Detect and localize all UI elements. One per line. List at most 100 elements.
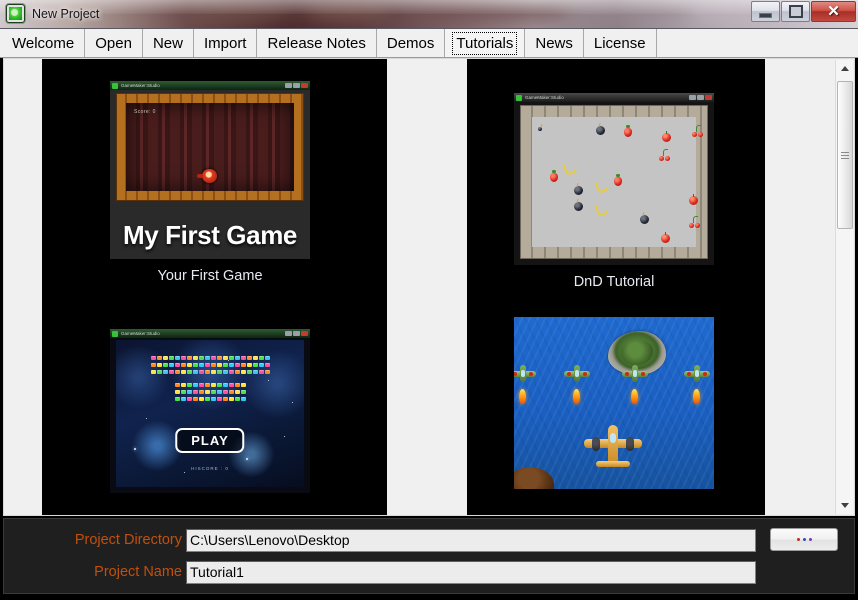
tutorials-panel: Score: 0 GameMaker:Studio My First Game … [3,58,855,516]
mini-minimize-icon [689,95,696,100]
project-name-row: Project Name Tutorial1 [4,560,854,584]
player-plane-sprite [584,425,642,467]
ellipsis-dot-icon [802,538,806,541]
tab-label: Welcome [12,34,75,52]
tab-welcome[interactable]: Welcome [2,29,86,57]
tab-label: Demos [386,34,435,52]
triangle-down-icon [840,503,849,508]
tab-import[interactable]: Import [193,29,258,57]
tab-label: Tutorials [452,31,518,55]
tab-new[interactable]: New [142,29,194,57]
tab-demos[interactable]: Demos [376,29,446,57]
mini-window-controls [285,331,308,336]
mini-window-controls [285,83,308,88]
ellipsis-dot-icon [808,538,812,541]
tab-label: Release Notes [267,34,366,52]
mini-close-icon [705,95,712,100]
scroll-up-arrow[interactable] [836,60,853,77]
tab-open[interactable]: Open [85,29,143,57]
banana-sprite [594,177,612,194]
bomb-sprite [538,127,542,131]
bullet-flame [631,389,638,404]
bullet-flame [573,389,580,404]
tab-license[interactable]: License [583,29,657,57]
project-name-input[interactable]: Tutorial1 [186,560,756,584]
maximize-icon [788,5,803,18]
tutorial-card-caption: Your First Game [157,268,263,284]
tutorial-card-your-first-game[interactable]: Score: 0 GameMaker:Studio My First Game … [110,81,310,284]
mini-window-title: GameMaker:Studio [121,83,160,88]
starfield-background: PLAY HISCORE : 0 [116,340,304,487]
project-directory-input[interactable]: C:\Users\Lenovo\Desktop [186,528,756,552]
thumbnail-overlay-title: My First Game [123,220,297,250]
strawberry-sprite [550,170,558,182]
banana-sprite [562,159,580,176]
tab-label: New [152,34,183,52]
close-icon: ✕ [827,3,840,20]
mini-maximize-icon [293,331,300,336]
tab-tutorials[interactable]: Tutorials [445,29,526,57]
tutorial-card-dnd-tutorial[interactable]: GameMaker:Studio DnD Tutorial [514,93,714,290]
close-button[interactable]: ✕ [811,1,856,22]
tab-label: License [593,34,646,52]
cherry-sprite [689,216,700,228]
column-gutter [387,59,467,515]
enemy-plane-sprite [684,365,710,383]
title-bar: New Project ✕ [0,0,858,29]
project-name-label: Project Name [94,564,182,580]
tab-bar: Welcome Open New Import Release Notes De… [0,29,858,58]
tab-news[interactable]: News [525,29,584,57]
triangle-up-icon [840,66,849,71]
tutorial-card-breakout[interactable]: PLAY HISCORE : 0 GameMaker:Studio [110,329,310,502]
new-project-window: New Project ✕ Welcome Open New Import Re… [0,0,858,600]
bomb-sprite [574,186,583,195]
window-title: New Project [32,6,100,21]
apple-sprite [661,232,670,243]
cherry-sprite [692,125,703,137]
project-directory-row: Project Directory C:\Users\Lenovo\Deskto… [4,528,854,552]
scroll-thumb[interactable] [837,81,853,229]
vertical-scrollbar[interactable] [835,60,853,514]
mini-window-title: GameMaker:Studio [525,95,564,100]
apple-sprite [689,194,698,205]
project-settings-form: Project Directory C:\Users\Lenovo\Deskto… [3,518,855,594]
tab-bar-filler [656,29,858,57]
enemy-plane-sprite [514,365,536,383]
breakout-logo [116,356,304,401]
tab-release-notes[interactable]: Release Notes [257,29,377,57]
tutorial-card-space-rocks[interactable] [514,317,714,498]
minimize-button[interactable] [751,1,780,22]
mini-window-title: GameMaker:Studio [121,331,160,336]
bullet-flame [693,389,700,404]
project-directory-label: Project Directory [74,532,182,548]
mini-app-icon [112,330,118,337]
mini-window-titlebar: GameMaker:Studio [514,93,714,102]
tutorial-thumbnail [514,317,714,489]
bomb-sprite [596,126,605,135]
hiscore-text: HISCORE : 0 [191,466,229,471]
gamemaker-icon [6,4,25,23]
tab-label: News [535,34,573,52]
bomb-sprite [640,215,649,224]
title-bar-left: New Project [6,4,99,23]
column-gutter-right [765,59,819,515]
enemy-plane-sprite [622,365,648,383]
grip-icon [841,150,849,161]
mini-minimize-icon [285,83,292,88]
mini-app-icon [516,94,522,101]
mini-close-icon [301,83,308,88]
enemy-plane-sprite [564,365,590,383]
play-button[interactable]: PLAY [175,428,245,453]
mini-window-titlebar: GameMaker:Studio [110,81,310,90]
minimize-icon [759,12,772,18]
game-score-text: Score: 0 [134,109,156,115]
cherry-sprite [659,149,670,161]
player-sprite [197,169,217,183]
browse-directory-button[interactable] [770,528,838,551]
mini-maximize-icon [293,83,300,88]
apple-sprite [662,131,671,142]
tab-label: Open [95,34,132,52]
maximize-button[interactable] [781,1,810,22]
strawberry-sprite [624,125,632,137]
scroll-down-arrow[interactable] [836,497,853,514]
